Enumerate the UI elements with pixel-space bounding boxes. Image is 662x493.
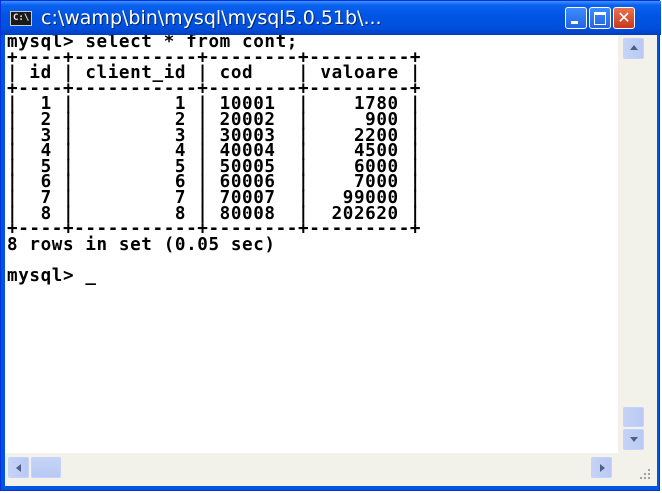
close-button[interactable]: ✕ xyxy=(613,7,635,29)
arrow-left-icon xyxy=(16,464,21,472)
close-icon: ✕ xyxy=(617,8,631,27)
horizontal-scroll-thumb[interactable] xyxy=(31,457,61,478)
maximize-button[interactable] xyxy=(589,7,611,29)
resize-grip[interactable] xyxy=(618,453,657,486)
vertical-scrollbar[interactable] xyxy=(618,35,657,453)
scroll-left-button[interactable] xyxy=(8,457,29,478)
horizontal-scrollbar[interactable] xyxy=(5,453,618,486)
console-window: C:\ c:\wamp\bin\mysql\mysql5.0.51b\... ✕… xyxy=(0,0,661,491)
console-text: mysql> select * from cont; +----+-------… xyxy=(7,35,421,285)
console-output[interactable]: mysql> select * from cont; +----+-------… xyxy=(5,35,618,453)
scroll-up-button[interactable] xyxy=(623,38,644,59)
scroll-down-button[interactable] xyxy=(623,429,644,450)
vertical-scroll-thumb[interactable] xyxy=(623,407,644,427)
arrow-down-icon xyxy=(630,437,638,442)
title-bar[interactable]: C:\ c:\wamp\bin\mysql\mysql5.0.51b\... ✕ xyxy=(1,1,661,35)
command-prompt-icon[interactable]: C:\ xyxy=(10,11,32,26)
window-title: c:\wamp\bin\mysql\mysql5.0.51b\... xyxy=(41,7,382,29)
scroll-right-button[interactable] xyxy=(591,457,612,478)
console-line: 8 rows in set (0.05 sec) xyxy=(7,234,276,255)
arrow-right-icon xyxy=(600,464,605,472)
minimize-button[interactable] xyxy=(565,7,587,29)
console-line: mysql> _ xyxy=(7,265,97,286)
arrow-up-icon xyxy=(630,45,638,50)
